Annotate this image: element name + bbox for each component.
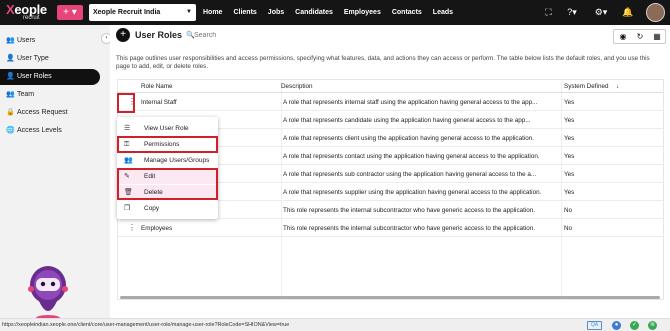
user-roles-icon: 👤 [6,73,15,80]
sort-desc-icon[interactable]: ↓ [616,83,619,90]
eye-icon[interactable]: ◉ [616,31,630,43]
sidebar: 👥 Users 👤 User Type 👤 User Roles 👥 Team 🔒 Acc… [0,25,101,321]
add-role-button[interactable]: + [116,28,130,42]
quick-add-button[interactable]: + ▾ [57,5,83,20]
highlight-box [117,93,135,113]
sidebar-item-team[interactable]: 👥 Team [0,87,100,103]
team-icon: 👥 [6,91,15,98]
mascot-illustration [28,266,68,321]
highlight-box [117,136,218,153]
help-icon[interactable]: ?▾ [564,7,580,18]
group-icon: 👥 [124,157,133,164]
access-levels-icon: 🌐 [6,127,15,134]
highlight-box [117,168,218,200]
status-url: https://xeopleindian.xeople.one/client/c… [2,322,290,328]
column-role-name[interactable]: Role Name [141,83,173,90]
nav-clients[interactable]: Clients [233,9,256,16]
horizontal-scrollbar[interactable] [120,296,660,299]
menu-item-manage-users-groups[interactable]: 👥 Manage Users/Groups [117,153,218,168]
app-logo[interactable]: Xeople recruit [4,2,52,23]
gear-icon[interactable]: ⚙▾ [593,7,609,18]
title-row: + User Roles 🔍 ◉ ↻ ▦ [110,25,670,48]
sidebar-item-users[interactable]: 👥 Users [0,33,100,49]
nav-contacts[interactable]: Contacts [392,9,422,16]
nav-jobs[interactable]: Jobs [268,9,284,16]
table-row[interactable]: ⋮ Employees This role represents the int… [118,220,663,237]
menu-item-copy[interactable]: ❐ Copy [117,201,218,216]
view-toggle-group: ◉ ↻ ▦ [613,29,666,44]
nav-employees[interactable]: Employees [344,9,381,16]
sidebar-item-access-levels[interactable]: 🌐 Access Levels [0,123,100,139]
fullscreen-icon[interactable]: ⛶ [543,7,554,18]
sidebar-item-access-request[interactable]: 🔒 Access Request [0,105,100,121]
page-title: User Roles [135,30,183,40]
refresh-icon[interactable]: ↻ [633,31,647,43]
environment-badge: QA [587,321,602,330]
user-type-icon: 👤 [6,55,15,62]
table-row[interactable]: ⋮ Internal Staff A role that represents … [118,94,663,111]
search-input[interactable] [194,30,394,41]
status-bar: https://xeopleindian.xeople.one/client/c… [0,318,670,331]
check-icon[interactable]: ✓ [630,321,639,330]
nav-candidates[interactable]: Candidates [295,9,333,16]
account-icon[interactable]: ● [612,321,621,330]
copy-icon: ❐ [124,205,131,212]
column-description[interactable]: Description [281,83,313,90]
wifi-icon[interactable]: ≋ [648,321,657,330]
users-icon: 👥 [6,37,15,44]
main-nav: Home Clients Jobs Candidates Employees C… [203,0,464,25]
menu-item-view-user-role[interactable]: ☰ View User Role [117,121,218,136]
user-avatar[interactable] [646,3,665,22]
chevron-down-icon: ▼ [186,9,192,15]
organization-select[interactable]: Xeople Recruit India ▼ [89,4,196,21]
row-actions-icon[interactable]: ⋮ [128,223,136,232]
nav-leads[interactable]: Leads [433,9,453,16]
nav-home[interactable]: Home [203,9,222,16]
access-request-icon: 🔒 [6,109,15,116]
column-system-defined[interactable]: System Defined [564,83,608,90]
grid-view-icon[interactable]: ▦ [650,31,664,43]
table-header: Role Name Description System Defined ↓ [118,80,663,93]
page-description: This page outlines user responsibilities… [116,55,650,70]
sidebar-item-user-type[interactable]: 👤 User Type [0,51,100,67]
list-icon: ☰ [124,125,131,132]
top-bar: Xeople recruit + ▾ Xeople Recruit India ▼… [0,0,670,25]
sidebar-item-user-roles[interactable]: 👤 User Roles [0,69,100,85]
bell-icon[interactable]: 🔔 [622,7,633,18]
